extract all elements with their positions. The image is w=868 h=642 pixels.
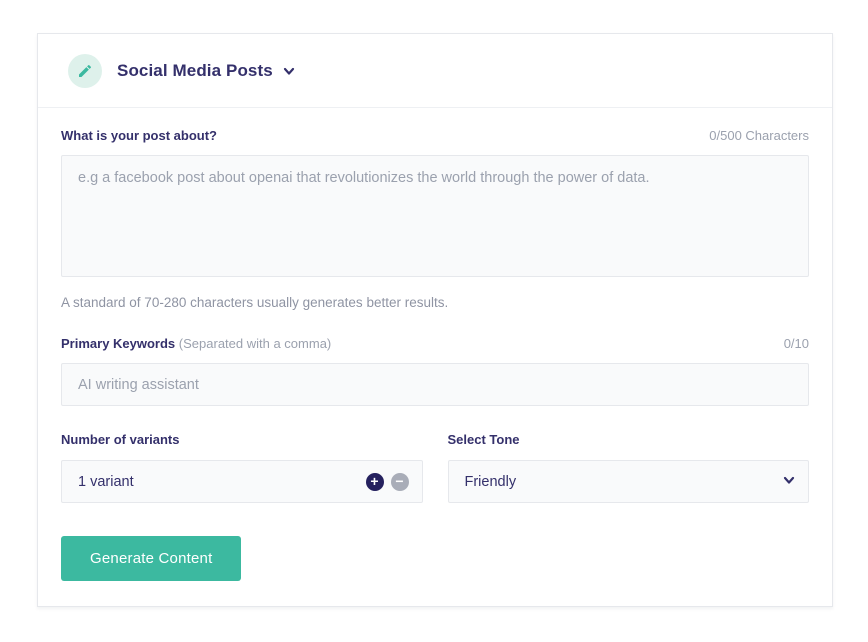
- variants-stepper-buttons: + −: [366, 473, 409, 491]
- generate-content-button[interactable]: Generate Content: [61, 536, 241, 581]
- pencil-icon: [68, 54, 102, 88]
- post-label-row: What is your post about? 0/500 Character…: [61, 128, 809, 143]
- post-description-textarea[interactable]: [61, 155, 809, 277]
- tone-label: Select Tone: [448, 432, 810, 447]
- keywords-label-row: Primary Keywords (Separated with a comma…: [61, 336, 809, 351]
- keywords-input[interactable]: [61, 363, 809, 406]
- post-label: What is your post about?: [61, 128, 217, 143]
- variants-value: 1 variant: [78, 474, 134, 490]
- increment-variant-button[interactable]: +: [366, 473, 384, 491]
- post-character-counter: 0/500 Characters: [709, 128, 809, 143]
- chevron-down-icon[interactable]: [283, 65, 295, 77]
- card-body: What is your post about? 0/500 Character…: [38, 108, 832, 581]
- keywords-counter: 0/10: [784, 336, 809, 351]
- tone-select[interactable]: Friendly: [448, 460, 810, 503]
- variants-stepper: 1 variant + −: [61, 460, 423, 503]
- keywords-label-strong: Primary Keywords: [61, 336, 175, 351]
- keywords-label: Primary Keywords (Separated with a comma…: [61, 336, 331, 351]
- tone-selected-value: Friendly: [465, 474, 517, 490]
- variants-label: Number of variants: [61, 432, 423, 447]
- content-generator-card: Social Media Posts What is your post abo…: [37, 33, 833, 607]
- tone-field: Select Tone Friendly: [448, 432, 810, 503]
- chevron-down-icon: [783, 474, 795, 490]
- card-header: Social Media Posts: [38, 34, 832, 108]
- template-title: Social Media Posts: [117, 61, 273, 81]
- keywords-label-hint: (Separated with a comma): [179, 336, 331, 351]
- post-helper-text: A standard of 70-280 characters usually …: [61, 295, 809, 310]
- variants-field: Number of variants 1 variant + −: [61, 432, 423, 503]
- decrement-variant-button[interactable]: −: [391, 473, 409, 491]
